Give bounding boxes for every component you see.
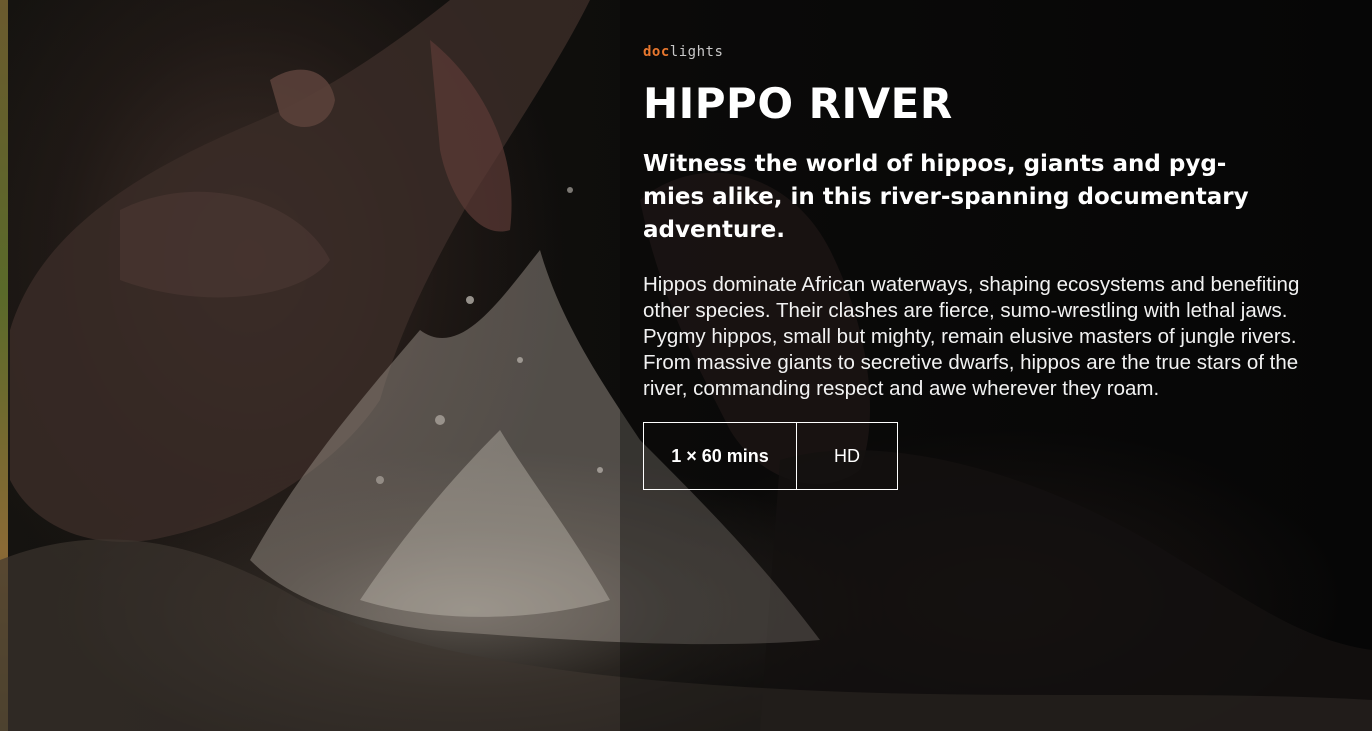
doclights-logo: doclights [643,42,1323,62]
duration-badge: 1 × 60 mins [643,422,797,490]
program-info: doclights HIPPO RIVER Witness the world … [643,42,1323,490]
logo-part-lights: lights [669,44,724,60]
hero-banner: doclights HIPPO RIVER Witness the world … [0,0,1372,731]
program-title: HIPPO RIVER [643,79,953,128]
logo-part-doc: doc [643,44,670,60]
program-tagline: Witness the world of hippos, giants and … [643,151,1249,243]
program-specs: 1 × 60 mins HD [643,422,1323,490]
program-description: Hippos dominate African waterways, shapi… [643,273,1300,400]
format-badge: HD [797,422,898,490]
